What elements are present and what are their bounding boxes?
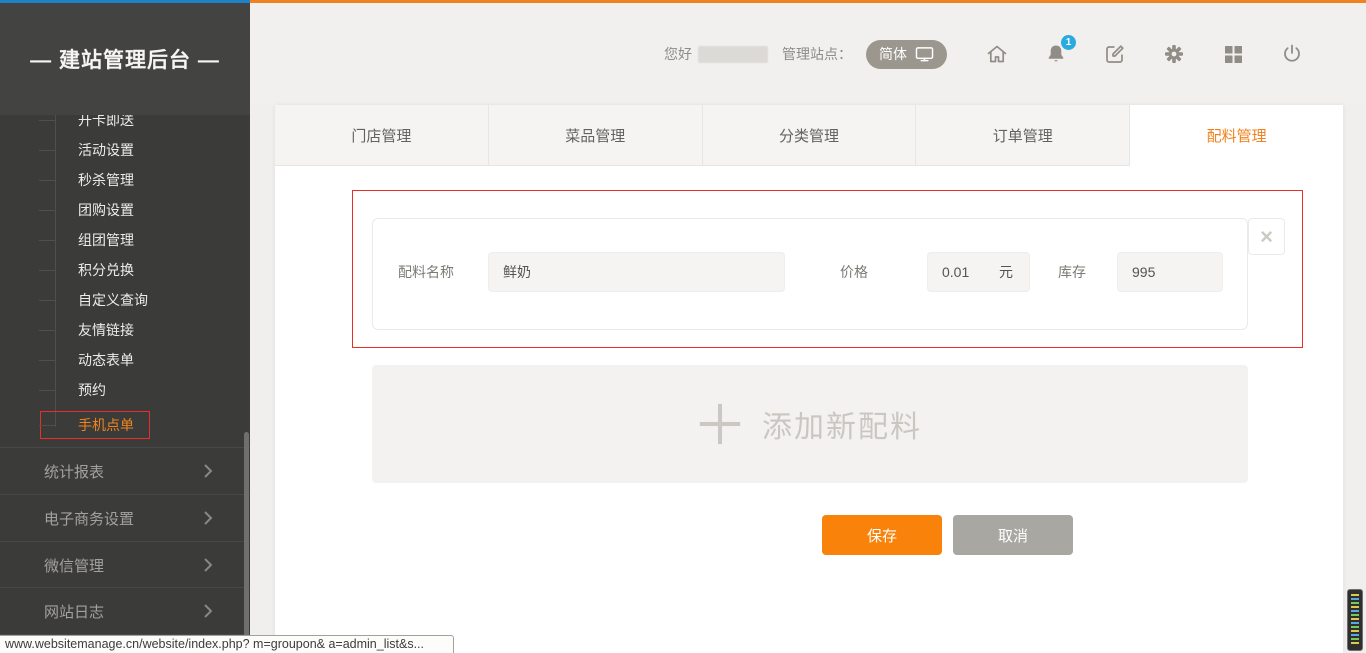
- sidebar-item-groupteam-management[interactable]: 组团管理: [78, 230, 134, 250]
- cancel-button[interactable]: 取消: [953, 515, 1073, 555]
- sidebar-item-dynamic-forms[interactable]: 动态表单: [78, 350, 134, 370]
- stock-label: 库存: [1058, 262, 1086, 282]
- sidebar-header: — 建站管理后台 —: [0, 3, 250, 115]
- notification-badge: 1: [1061, 35, 1076, 50]
- status-url-tooltip: www.websitemanage.cn/website/index.php? …: [0, 635, 454, 653]
- app-title: — 建站管理后台 —: [30, 44, 220, 74]
- stock-input[interactable]: [1118, 253, 1222, 291]
- sidebar-scrollbar[interactable]: [244, 432, 249, 648]
- home-icon[interactable]: [985, 42, 1009, 66]
- greeting-text: 您好: [664, 44, 692, 64]
- price-label: 价格: [840, 262, 868, 282]
- power-icon[interactable]: [1280, 42, 1304, 66]
- sidebar-item-friend-links[interactable]: 友情链接: [78, 320, 134, 340]
- stock-field[interactable]: [1117, 252, 1223, 292]
- sidebar-menu: 开卡即送 活动设置 秒杀管理 团购设置 组团管理 积分兑换 自定义查询 友情链接…: [0, 115, 250, 653]
- chevron-right-icon: [203, 510, 213, 526]
- header: 您好 管理站点： 简体 1: [250, 3, 1366, 105]
- color-stripes-widget[interactable]: [1347, 589, 1363, 651]
- tab-store-management[interactable]: 门店管理: [275, 105, 489, 166]
- tab-category-management[interactable]: 分类管理: [703, 105, 917, 166]
- sidebar-item-open-card-gift[interactable]: 开卡即送: [78, 115, 134, 130]
- edit-icon[interactable]: [1103, 42, 1127, 66]
- grid-icon[interactable]: [1221, 42, 1245, 66]
- sidebar-item-activity-settings[interactable]: 活动设置: [78, 140, 134, 160]
- save-button[interactable]: 保存: [822, 515, 942, 555]
- stripes-icon: [1351, 594, 1359, 646]
- sidebar-top-accent: [0, 0, 250, 3]
- sidebar-item-custom-query[interactable]: 自定义查询: [78, 290, 148, 310]
- tab-order-management[interactable]: 订单管理: [916, 105, 1130, 166]
- bell-icon[interactable]: 1: [1044, 42, 1068, 66]
- site-label: 管理站点：: [782, 44, 852, 64]
- sidebar: — 建站管理后台 — 开卡即送 活动设置 秒杀管理 团购设置 组团管理 积分兑换…: [0, 3, 250, 653]
- sidebar-item-seckill-management[interactable]: 秒杀管理: [78, 170, 134, 190]
- price-input[interactable]: [928, 253, 999, 291]
- site-language: 简体: [879, 44, 907, 64]
- tab-dish-management[interactable]: 菜品管理: [489, 105, 703, 166]
- price-field[interactable]: 元: [927, 252, 1030, 292]
- tab-ingredient-management[interactable]: 配料管理: [1130, 105, 1343, 166]
- add-ingredient-button[interactable]: 添加新配料: [372, 365, 1248, 483]
- sidebar-item-points-exchange[interactable]: 积分兑换: [78, 260, 134, 280]
- ingredient-name-label: 配料名称: [398, 262, 454, 282]
- gear-icon[interactable]: [1162, 42, 1186, 66]
- site-selector[interactable]: 简体: [866, 40, 947, 69]
- header-top-accent: [250, 0, 1366, 3]
- main-panel: 门店管理 菜品管理 分类管理 订单管理 配料管理 × 配料名称 价格 元 库存 …: [275, 105, 1343, 653]
- plus-icon: [698, 402, 742, 446]
- add-ingredient-label: 添加新配料: [762, 402, 922, 446]
- sidebar-section-statistics-reports[interactable]: 统计报表: [0, 447, 250, 494]
- sidebar-section-website-logs[interactable]: 网站日志: [0, 587, 250, 634]
- section-label: 电子商务设置: [44, 508, 134, 529]
- section-label: 统计报表: [44, 461, 104, 482]
- sidebar-section-wechat-management[interactable]: 微信管理: [0, 541, 250, 588]
- section-label: 微信管理: [44, 555, 104, 576]
- chevron-right-icon: [203, 603, 213, 619]
- chevron-right-icon: [203, 463, 213, 479]
- close-icon[interactable]: ×: [1248, 218, 1285, 255]
- sidebar-item-mobile-ordering[interactable]: 手机点单: [78, 415, 134, 435]
- ingredient-name-field[interactable]: [488, 252, 785, 292]
- sidebar-item-reservation[interactable]: 预约: [78, 380, 106, 400]
- sidebar-item-groupbuy-settings[interactable]: 团购设置: [78, 200, 134, 220]
- sidebar-section-ecommerce-settings[interactable]: 电子商务设置: [0, 494, 250, 541]
- section-label: 网站日志: [44, 601, 104, 622]
- price-unit: 元: [999, 262, 1029, 282]
- monitor-icon: [915, 46, 934, 63]
- menu-tree-line: [55, 115, 56, 427]
- ingredient-name-input[interactable]: [489, 253, 784, 291]
- tab-bar: 门店管理 菜品管理 分类管理 订单管理 配料管理: [275, 105, 1343, 166]
- chevron-right-icon: [203, 557, 213, 573]
- redacted-username: [698, 46, 768, 63]
